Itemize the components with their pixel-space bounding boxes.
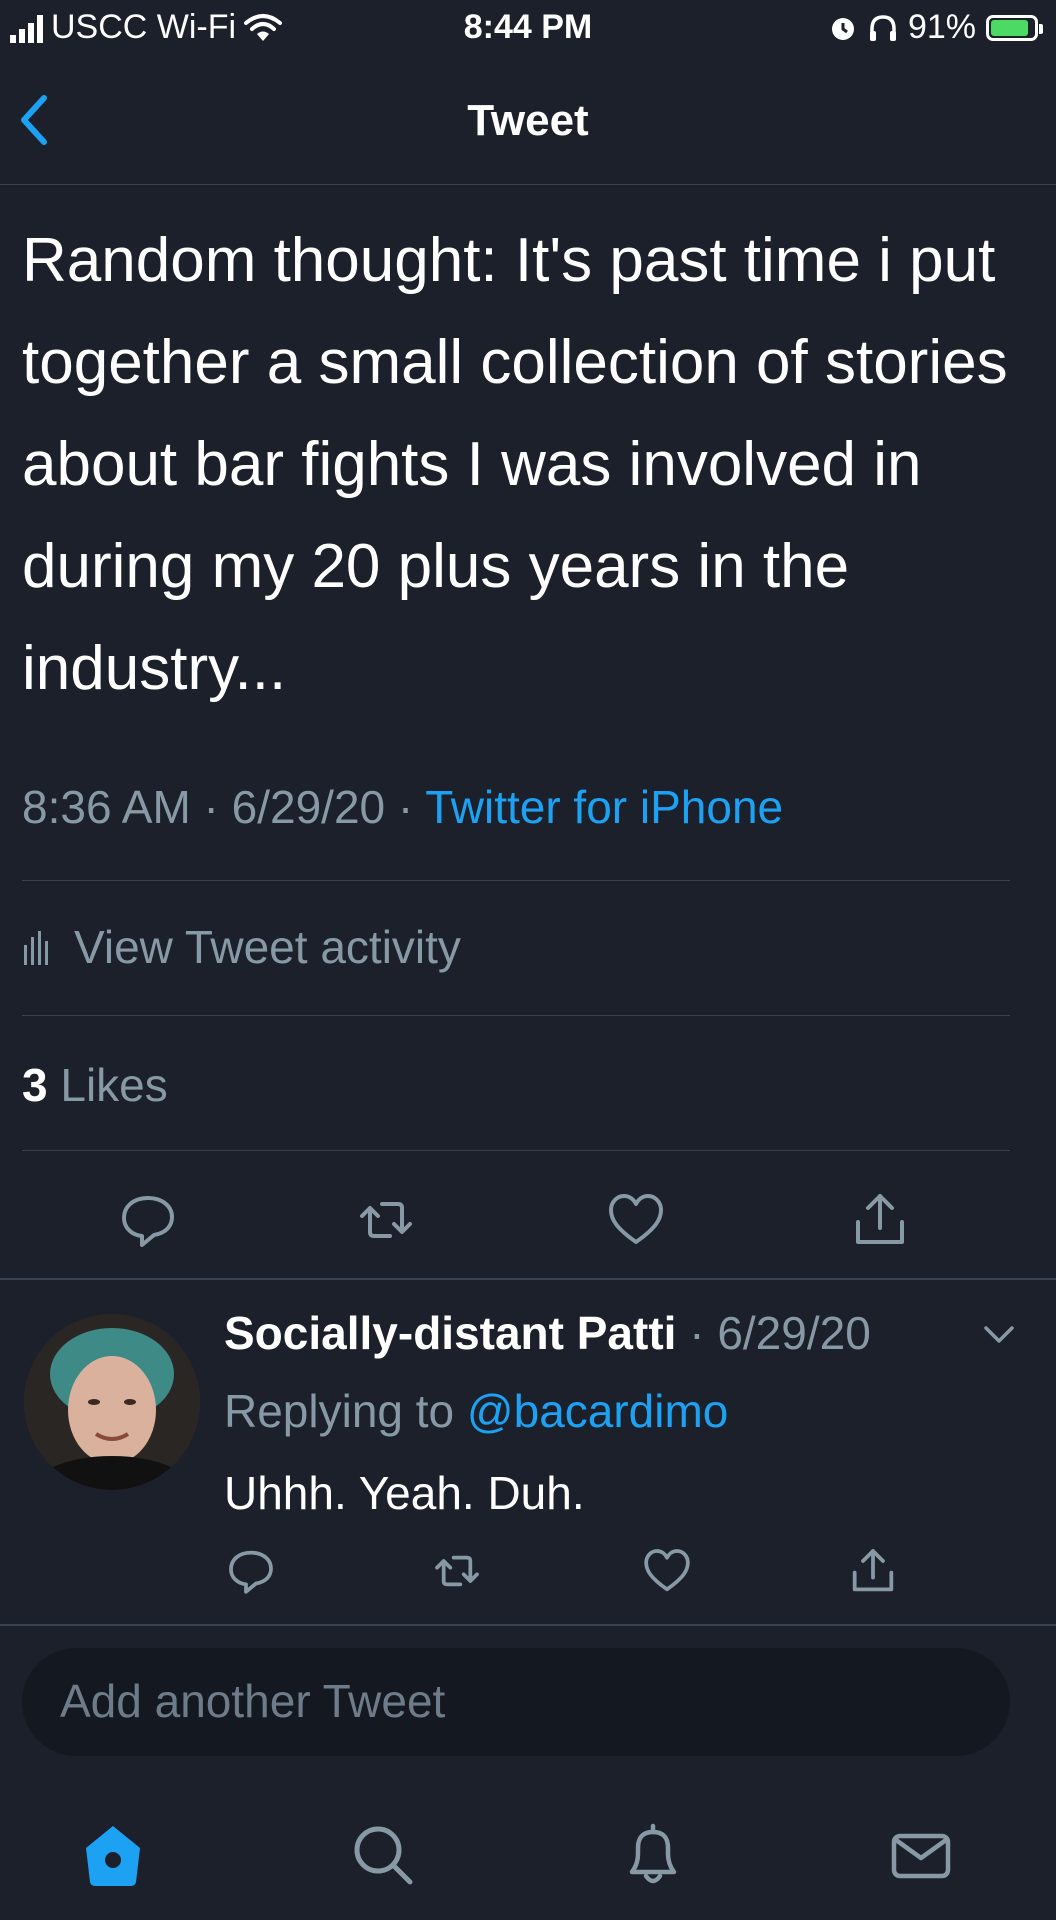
chevron-down-icon[interactable] xyxy=(982,1320,1016,1350)
replying-prefix: Replying to xyxy=(224,1385,467,1437)
add-tweet-input[interactable]: Add another Tweet xyxy=(22,1648,1010,1756)
nav-bar: Tweet xyxy=(0,60,1056,185)
reply-text: Uhhh. Yeah. Duh. xyxy=(224,1467,585,1519)
status-bar: USCC Wi-Fi 8:44 PM 91% xyxy=(0,0,1056,60)
replying-handle-link[interactable]: @bacardimo xyxy=(467,1385,728,1437)
retweet-icon[interactable] xyxy=(432,1546,482,1596)
battery-percent: 91% xyxy=(907,8,976,46)
reply-icon[interactable] xyxy=(226,1546,276,1596)
messages-envelope-icon[interactable] xyxy=(886,1820,956,1890)
add-tweet-placeholder: Add another Tweet xyxy=(60,1675,446,1727)
avatar[interactable] xyxy=(24,1314,200,1490)
tweet-text: Random thought: It's past time i put tog… xyxy=(22,226,1008,703)
reply-header: Socially-distant Patti · 6/29/20 xyxy=(224,1306,871,1360)
view-tweet-activity[interactable]: View Tweet activity xyxy=(22,920,461,974)
retweet-icon[interactable] xyxy=(356,1190,416,1250)
battery-icon xyxy=(986,14,1043,41)
notifications-bell-icon[interactable] xyxy=(618,1820,688,1890)
section-divider xyxy=(0,1624,1056,1626)
activity-label: View Tweet activity xyxy=(74,921,461,973)
likes-number: 3 xyxy=(22,1059,48,1111)
section-divider xyxy=(0,1278,1056,1280)
alarm-icon xyxy=(831,17,854,40)
likes-label: Likes xyxy=(47,1059,168,1111)
share-icon[interactable] xyxy=(848,1546,898,1596)
likes-count[interactable]: 3 Likes xyxy=(22,1058,168,1112)
status-right: 91% xyxy=(828,8,1043,47)
tweet-actions xyxy=(0,1190,1056,1270)
reply-author-name[interactable]: Socially-distant Patti xyxy=(224,1307,676,1359)
activity-bars-icon xyxy=(24,931,48,965)
divider xyxy=(22,1150,1010,1151)
home-icon[interactable] xyxy=(78,1820,148,1890)
like-heart-icon[interactable] xyxy=(642,1546,692,1596)
tweet-timestamp: 8:36 AM · 6/29/20 · xyxy=(22,781,426,833)
like-heart-icon[interactable] xyxy=(606,1190,666,1250)
tab-bar xyxy=(0,1790,1056,1920)
tweet-meta: 8:36 AM · 6/29/20 · Twitter for iPhone xyxy=(22,780,783,834)
reply-actions xyxy=(0,1546,1056,1606)
reply-icon[interactable] xyxy=(118,1190,178,1250)
avatar-image xyxy=(24,1314,200,1490)
page-title: Tweet xyxy=(467,96,589,145)
search-icon[interactable] xyxy=(348,1820,418,1890)
divider xyxy=(22,1015,1010,1016)
divider xyxy=(22,880,1010,881)
reply-date: · 6/29/20 xyxy=(676,1307,871,1359)
headphones-icon xyxy=(869,14,896,41)
tweet-source-link[interactable]: Twitter for iPhone xyxy=(425,781,783,833)
share-icon[interactable] xyxy=(850,1190,910,1250)
replying-to: Replying to @bacardimo xyxy=(224,1384,728,1438)
